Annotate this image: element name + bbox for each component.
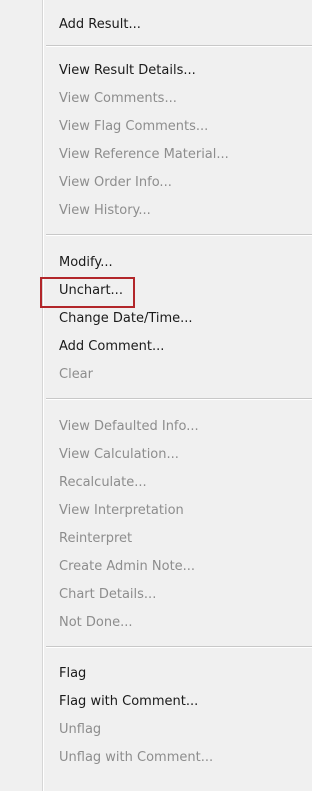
menu-item-modify[interactable]: Modify...	[59, 249, 113, 277]
unchart-highlight-box	[40, 277, 135, 308]
menu-item-reinterpret: Reinterpret	[59, 531, 133, 546]
menu-separator	[46, 398, 312, 400]
menu-item-recalculate: Recalculate...	[59, 475, 147, 490]
menu-item-add-comment[interactable]: Add Comment...	[59, 333, 164, 361]
menu-item-create-admin-note: Create Admin Note...	[59, 559, 196, 574]
menu-icon-gutter	[0, 0, 44, 791]
menu-item-add-result[interactable]: Add Result...	[59, 11, 141, 39]
menu-item-flag-with-comment[interactable]: Flag with Comment...	[59, 688, 198, 716]
menu-item-view-order-info: View Order Info...	[59, 175, 172, 190]
menu-item-not-done: Not Done...	[59, 615, 133, 630]
menu-item-view-calculation: View Calculation...	[59, 447, 179, 462]
menu-item-view-history: View History...	[59, 203, 151, 218]
menu-item-change-date-time[interactable]: Change Date/Time...	[59, 305, 193, 333]
menu-separator	[46, 646, 312, 648]
menu-item-view-reference-material: View Reference Material...	[59, 147, 229, 162]
menu-item-chart-details: Chart Details...	[59, 587, 157, 602]
menu-separator	[46, 45, 312, 47]
menu-item-unflag: Unflag	[59, 722, 102, 737]
menu-item-clear: Clear	[59, 367, 93, 382]
menu-separator	[46, 234, 312, 236]
menu-item-view-flag-comments: View Flag Comments...	[59, 119, 209, 134]
menu-item-view-result-details[interactable]: View Result Details...	[59, 57, 196, 85]
menu-item-flag[interactable]: Flag	[59, 660, 86, 688]
menu-item-view-defaulted-info: View Defaulted Info...	[59, 419, 199, 434]
menu-item-unflag-with-comment: Unflag with Comment...	[59, 750, 214, 765]
context-menu: Add Result... View Result Details... Vie…	[0, 0, 312, 791]
menu-item-view-comments: View Comments...	[59, 91, 177, 106]
menu-item-view-interpretation: View Interpretation	[59, 503, 184, 518]
